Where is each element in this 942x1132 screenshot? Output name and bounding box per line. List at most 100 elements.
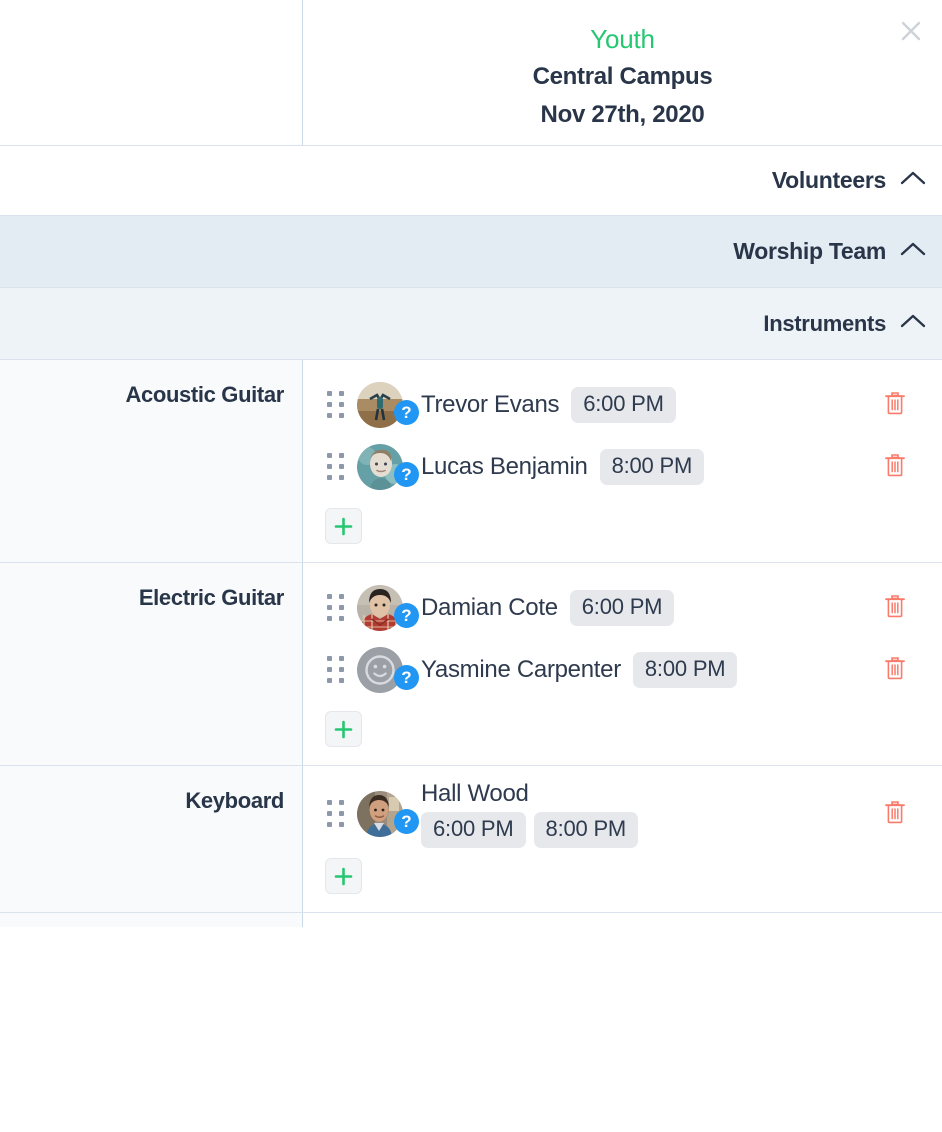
trash-icon: [883, 452, 907, 483]
drag-handle-icon[interactable]: [325, 799, 347, 829]
drag-dot: [339, 656, 344, 661]
drag-dot: [327, 413, 332, 418]
positions-list: Acoustic Guitar? Trevor Evans 6:00 PM? Luca…: [0, 360, 942, 927]
drag-dot: [339, 811, 344, 816]
section-label-volunteers: Volunteers: [771, 167, 886, 193]
times-group: 6:00 PM: [569, 590, 675, 626]
header-left-spacer: [0, 0, 303, 145]
times-group: 6:00 PM 8:00 PM: [421, 812, 639, 848]
service-plan-sheet: Youth Central Campus Nov 27th, 2020 Volu…: [0, 0, 942, 1132]
drag-dot: [339, 391, 344, 396]
delete-person-button[interactable]: [880, 655, 910, 685]
drag-dot: [339, 605, 344, 610]
time-pill[interactable]: 8:00 PM: [632, 652, 738, 688]
person-body: Hall Wood 6:00 PM 8:00 PM: [421, 780, 928, 848]
times-group: 6:00 PM: [571, 387, 676, 423]
drag-dot: [339, 594, 344, 599]
drag-dot: [339, 464, 344, 469]
person-name: Damian Cote: [421, 594, 558, 621]
times-group: 8:00 PM: [599, 449, 705, 485]
delete-person-button[interactable]: [880, 390, 910, 420]
position-people-cell: ? Trevor Evans 6:00 PM? Lucas Benjamin 8:00 …: [303, 360, 942, 562]
position-row: Acoustic Guitar? Trevor Evans 6:00 PM? Luca…: [0, 360, 942, 563]
plus-icon: [334, 867, 353, 886]
drag-handle-icon[interactable]: [325, 452, 347, 482]
person-name: Yasmine Carpenter: [421, 656, 621, 683]
section-header-worship-team[interactable]: Worship Team: [0, 216, 942, 288]
drag-dot: [327, 822, 332, 827]
drag-dot: [327, 475, 332, 480]
add-person-button[interactable]: [325, 711, 362, 747]
drag-handle-icon[interactable]: [325, 593, 347, 623]
question-badge-icon[interactable]: ?: [394, 809, 419, 834]
delete-person-button[interactable]: [880, 452, 910, 482]
drag-handle-icon[interactable]: [325, 655, 347, 685]
trash-icon: [883, 390, 907, 421]
time-pill[interactable]: 8:00 PM: [599, 449, 705, 485]
next-position-row-partial: [0, 913, 942, 927]
person-row: ? Hall Wood 6:00 PM 8:00 PM: [303, 780, 942, 848]
close-button[interactable]: [894, 14, 928, 48]
drag-dot: [339, 800, 344, 805]
drag-dot: [327, 391, 332, 396]
drag-dot: [327, 678, 332, 683]
person-body: Yasmine Carpenter 8:00 PM: [421, 652, 928, 688]
drag-dot: [339, 678, 344, 683]
section-label-worship-team: Worship Team: [733, 238, 886, 264]
time-pill[interactable]: 8:00 PM: [533, 812, 639, 848]
drag-dot: [327, 453, 332, 458]
person-row: ? Yasmine Carpenter 8:00 PM: [303, 639, 942, 701]
drag-dot: [327, 800, 332, 805]
add-person-button[interactable]: [325, 858, 362, 894]
times-group: 8:00 PM: [632, 652, 738, 688]
drag-dot: [327, 811, 332, 816]
question-badge-icon[interactable]: ?: [394, 665, 419, 690]
chevron-up-icon: [900, 241, 926, 262]
position-label-cell: Keyboard: [0, 766, 303, 912]
person-body: Lucas Benjamin 8:00 PM: [421, 449, 928, 485]
person-name: Hall Wood: [421, 780, 529, 807]
add-person-button[interactable]: [325, 508, 362, 544]
position-label-cell: [0, 913, 303, 927]
section-header-instruments[interactable]: Instruments: [0, 288, 942, 360]
drag-dot: [327, 402, 332, 407]
time-pill[interactable]: 6:00 PM: [421, 812, 526, 848]
position-row: Electric Guitar? Damian Cote 6:00 PM? Yasmi…: [0, 563, 942, 766]
service-date: Nov 27th, 2020: [540, 101, 705, 128]
avatar-wrap: ?: [357, 444, 419, 490]
position-name: Acoustic Guitar: [125, 382, 284, 407]
chevron-up-icon: [900, 313, 926, 334]
drag-dot: [327, 616, 332, 621]
position-label-cell: Acoustic Guitar: [0, 360, 303, 562]
time-pill[interactable]: 6:00 PM: [571, 387, 676, 423]
avatar-wrap: ?: [357, 585, 419, 631]
position-row: Keyboard? Hall Wood 6:00 PM 8:00 PM: [0, 766, 942, 913]
drag-dot: [339, 413, 344, 418]
drag-handle-icon[interactable]: [325, 390, 347, 420]
position-people-cell: [303, 913, 942, 927]
close-icon: [899, 19, 923, 43]
question-badge-icon[interactable]: ?: [394, 400, 419, 425]
drag-dot: [327, 667, 332, 672]
header-title-block: Youth Central Campus Nov 27th, 2020: [303, 0, 942, 145]
question-badge-icon[interactable]: ?: [394, 603, 419, 628]
drag-dot: [339, 616, 344, 621]
drag-dot: [327, 594, 332, 599]
position-people-cell: ? Damian Cote 6:00 PM? Yasmine Carpenter 8:0…: [303, 563, 942, 765]
position-name: Keyboard: [185, 788, 284, 813]
avatar-wrap: ?: [357, 791, 419, 837]
question-badge-icon[interactable]: ?: [394, 462, 419, 487]
person-row: ? Trevor Evans 6:00 PM: [303, 374, 942, 436]
delete-person-button[interactable]: [880, 799, 910, 829]
drag-dot: [327, 464, 332, 469]
trash-icon: [883, 655, 907, 686]
section-header-volunteers[interactable]: Volunteers: [0, 146, 942, 216]
time-pill[interactable]: 6:00 PM: [569, 590, 675, 626]
person-name: Lucas Benjamin: [421, 453, 588, 480]
service-type: Youth: [590, 24, 655, 54]
service-campus: Central Campus: [532, 63, 713, 90]
avatar-wrap: ?: [357, 647, 419, 693]
delete-person-button[interactable]: [880, 593, 910, 623]
plus-icon: [334, 720, 353, 739]
drag-dot: [339, 453, 344, 458]
